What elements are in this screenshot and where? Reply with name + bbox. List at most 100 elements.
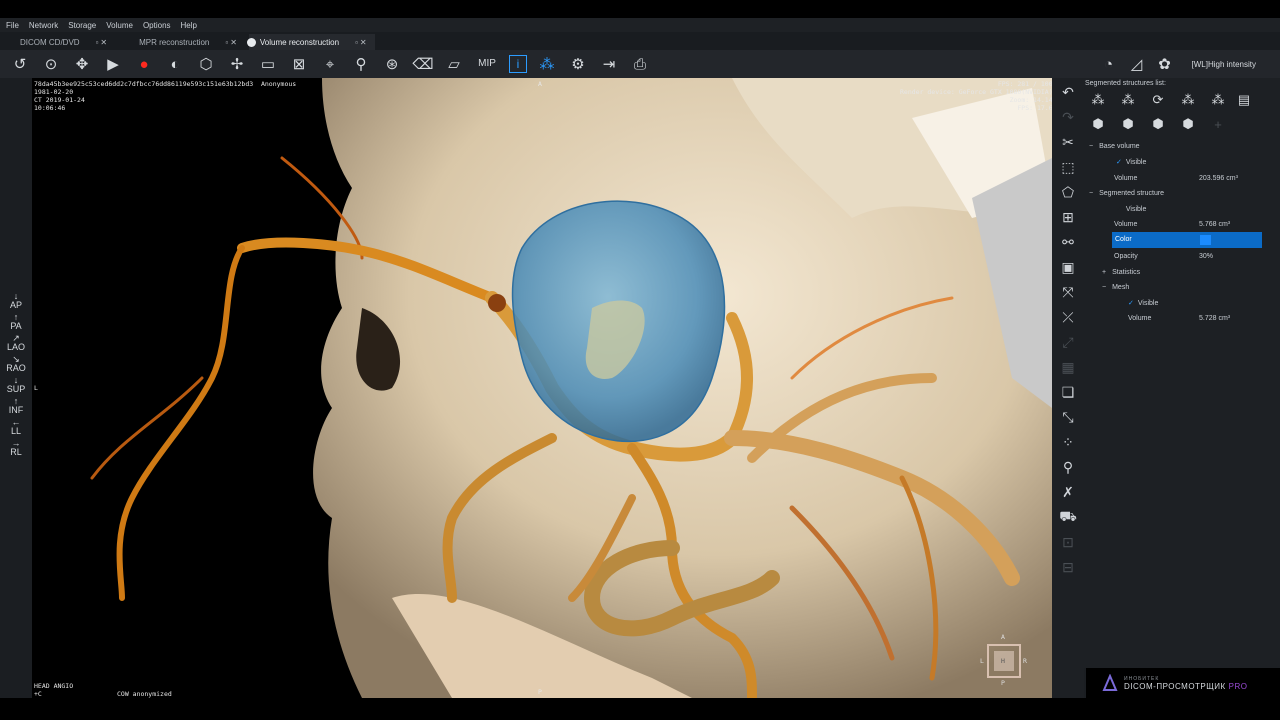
layers-icon[interactable]: ❏ (1057, 381, 1079, 403)
eraser-icon[interactable]: ⌫ (412, 53, 434, 75)
lasso-icon[interactable]: ⬚ (1057, 156, 1079, 178)
palette-icon[interactable]: ✿ (1154, 53, 1176, 75)
segment-icon[interactable]: ⁂ (1118, 90, 1138, 110)
disabled-tool-icon[interactable]: ⊡ (1057, 531, 1079, 553)
orient-ll-button[interactable]: ← LL (11, 418, 21, 436)
tab-volume-reconstruction[interactable]: Volume reconstruction ▫✕ (246, 34, 375, 50)
info-icon[interactable]: i (509, 55, 527, 73)
plus-icon[interactable]: + (1208, 114, 1228, 134)
save-icon[interactable]: ▤ (1234, 90, 1254, 110)
orient-pa-button[interactable]: ↑ PA (10, 313, 21, 331)
render-info-overlay: FPS: 281 / 100 Render device: GeForce GT… (900, 80, 1052, 112)
histogram-icon[interactable]: ◿ (1126, 53, 1148, 75)
segment-refresh-icon[interactable]: ⟳ (1148, 90, 1168, 110)
orient-inf-button[interactable]: ↑ INF (9, 397, 24, 415)
mesh-add-icon[interactable]: ⬢ (1118, 114, 1138, 134)
add-structure-icon[interactable]: ⁂ (1088, 90, 1108, 110)
tree-segmented-structure[interactable]: − Segmented structure (1089, 186, 1164, 200)
redo-icon[interactable]: ↷ (1057, 106, 1079, 128)
segment-stats-icon[interactable]: ⁂ (1178, 90, 1198, 110)
probe-icon[interactable]: ⊛ (381, 53, 403, 75)
expand-icon[interactable]: + (1102, 269, 1106, 276)
tree-mesh[interactable]: − Mesh (1102, 280, 1129, 294)
tree-label: Visible (1125, 158, 1147, 166)
tree-statistics[interactable]: + Statistics (1102, 265, 1140, 279)
contrast-icon[interactable]: ◐ (164, 53, 186, 75)
tab-window-controls[interactable]: ▫✕ (355, 38, 369, 47)
tab-window-controls[interactable]: ▫✕ (225, 38, 239, 47)
magic-wand-icon[interactable]: ⚯ (1057, 231, 1079, 253)
wl-preset-dropdown[interactable]: [WL]High intensity (1192, 60, 1256, 69)
color-swatch[interactable] (1200, 235, 1211, 245)
region-grow-icon[interactable]: ⊞ (1057, 206, 1079, 228)
play-icon[interactable]: ▶ (102, 53, 124, 75)
segment-tools-icon[interactable]: ⁂ (1208, 90, 1228, 110)
undo-icon[interactable]: ↶ (1057, 81, 1079, 103)
logo-pro-badge: PRO (1228, 681, 1248, 691)
mesh-icon[interactable]: ⬢ (1088, 114, 1108, 134)
orient-lao-button[interactable]: ↗ LAO (7, 334, 25, 352)
collapse-icon[interactable]: − (1102, 284, 1106, 291)
check-icon[interactable]: ✓ (1116, 158, 1122, 166)
disabled-tool-icon[interactable]: ⤢ (1057, 331, 1079, 353)
check-icon[interactable]: ✓ (1128, 299, 1134, 307)
tree-seg-color-row[interactable]: Color (1112, 232, 1262, 248)
collapse-icon[interactable]: − (1089, 190, 1093, 197)
orientation-buttons: ↓ AP ↑ PA ↗ LAO ↘ RAO ↓ SUP ↑ INF ← LL → RL (0, 292, 32, 460)
tree-base-visible[interactable]: ✓ Visible (1116, 155, 1146, 169)
tree-base-volume-value: Volume 203.596 cm³ (1114, 171, 1274, 185)
disabled-tool-icon[interactable]: ⊟ (1057, 556, 1079, 578)
segmentation-icon[interactable]: ⁂ (536, 53, 558, 75)
scissors-icon[interactable]: ✂ (1057, 131, 1079, 153)
crop-icon[interactable]: ⊠ (288, 53, 310, 75)
reset-icon[interactable]: ↺ (9, 53, 31, 75)
menu-volume[interactable]: Volume (106, 21, 133, 30)
mesh-edit-icon[interactable]: ⬢ (1148, 114, 1168, 134)
pan-icon[interactable]: ✥ (71, 53, 93, 75)
tree-seg-visible[interactable]: ✓ Visible (1116, 202, 1146, 216)
tree-seg-opacity[interactable]: Opacity 30% (1114, 249, 1274, 263)
ruler-icon[interactable]: ▭ (257, 53, 279, 75)
pin-icon[interactable]: ⚲ (350, 53, 372, 75)
move-axes-icon[interactable]: ✢ (226, 53, 248, 75)
tab-label: Volume reconstruction (259, 37, 340, 47)
polygon-cut-icon[interactable]: ⬠ (1057, 181, 1079, 203)
tab-dicom-cd[interactable]: DICOM CD/DVD ▫✕ (0, 34, 115, 50)
tree-base-volume[interactable]: − Base volume (1089, 139, 1140, 153)
tab-window-controls[interactable]: ▫✕ (96, 38, 110, 47)
menu-file[interactable]: File (6, 21, 19, 30)
volume-viewport[interactable]: 78da45b3ee925c53ced6dd2c7dfbcc76dd86119e… (32, 78, 1052, 698)
cluster-icon[interactable]: ⁘ (1057, 431, 1079, 453)
orient-sup-button[interactable]: ↓ SUP (7, 376, 26, 394)
record-icon[interactable]: ● (133, 53, 155, 75)
export-icon[interactable]: ⇥ (598, 53, 620, 75)
resize-icon[interactable]: ⤡ (1057, 406, 1079, 428)
expand-icon[interactable]: ⤧ (1057, 281, 1079, 303)
mip-button[interactable]: MIP (474, 53, 500, 75)
location-pin-icon[interactable]: ⚲ (1057, 456, 1079, 478)
transfer-function-icon[interactable]: ◔ (1098, 53, 1120, 75)
gear-icon[interactable]: ⚙ (567, 53, 589, 75)
cube-icon[interactable]: ⬡ (195, 53, 217, 75)
checkbox-icon[interactable]: ✓ (1116, 205, 1122, 213)
box-select-icon[interactable]: ▣ (1057, 256, 1079, 278)
tag-icon[interactable]: ⌖ (319, 53, 341, 75)
mesh-export-icon[interactable]: ⬢ (1178, 114, 1198, 134)
collapse-icon[interactable]: − (1089, 143, 1093, 150)
menu-help[interactable]: Help (181, 21, 197, 30)
shrink-icon[interactable]: ⤫ (1057, 306, 1079, 328)
orient-rao-button[interactable]: ↘ RAO (6, 355, 26, 373)
tree-mesh-visible[interactable]: ✓ Visible (1128, 296, 1158, 310)
print-icon[interactable]: ⎙ (629, 53, 651, 75)
plane-icon[interactable]: ▱ (443, 53, 465, 75)
orient-ap-button[interactable]: ↓ AP (10, 292, 22, 310)
menu-network[interactable]: Network (29, 21, 58, 30)
tab-mpr[interactable]: MPR reconstruction ▫✕ (119, 34, 245, 50)
menu-options[interactable]: Options (143, 21, 171, 30)
erase-line-icon[interactable]: ✗ (1057, 481, 1079, 503)
zoom-rotate-icon[interactable]: ⊙ (40, 53, 62, 75)
orient-rl-button[interactable]: → RL (10, 439, 22, 457)
menu-storage[interactable]: Storage (68, 21, 96, 30)
vehicle-icon[interactable]: ⛟ (1057, 506, 1079, 528)
disabled-tool-icon[interactable]: ▦ (1057, 356, 1079, 378)
